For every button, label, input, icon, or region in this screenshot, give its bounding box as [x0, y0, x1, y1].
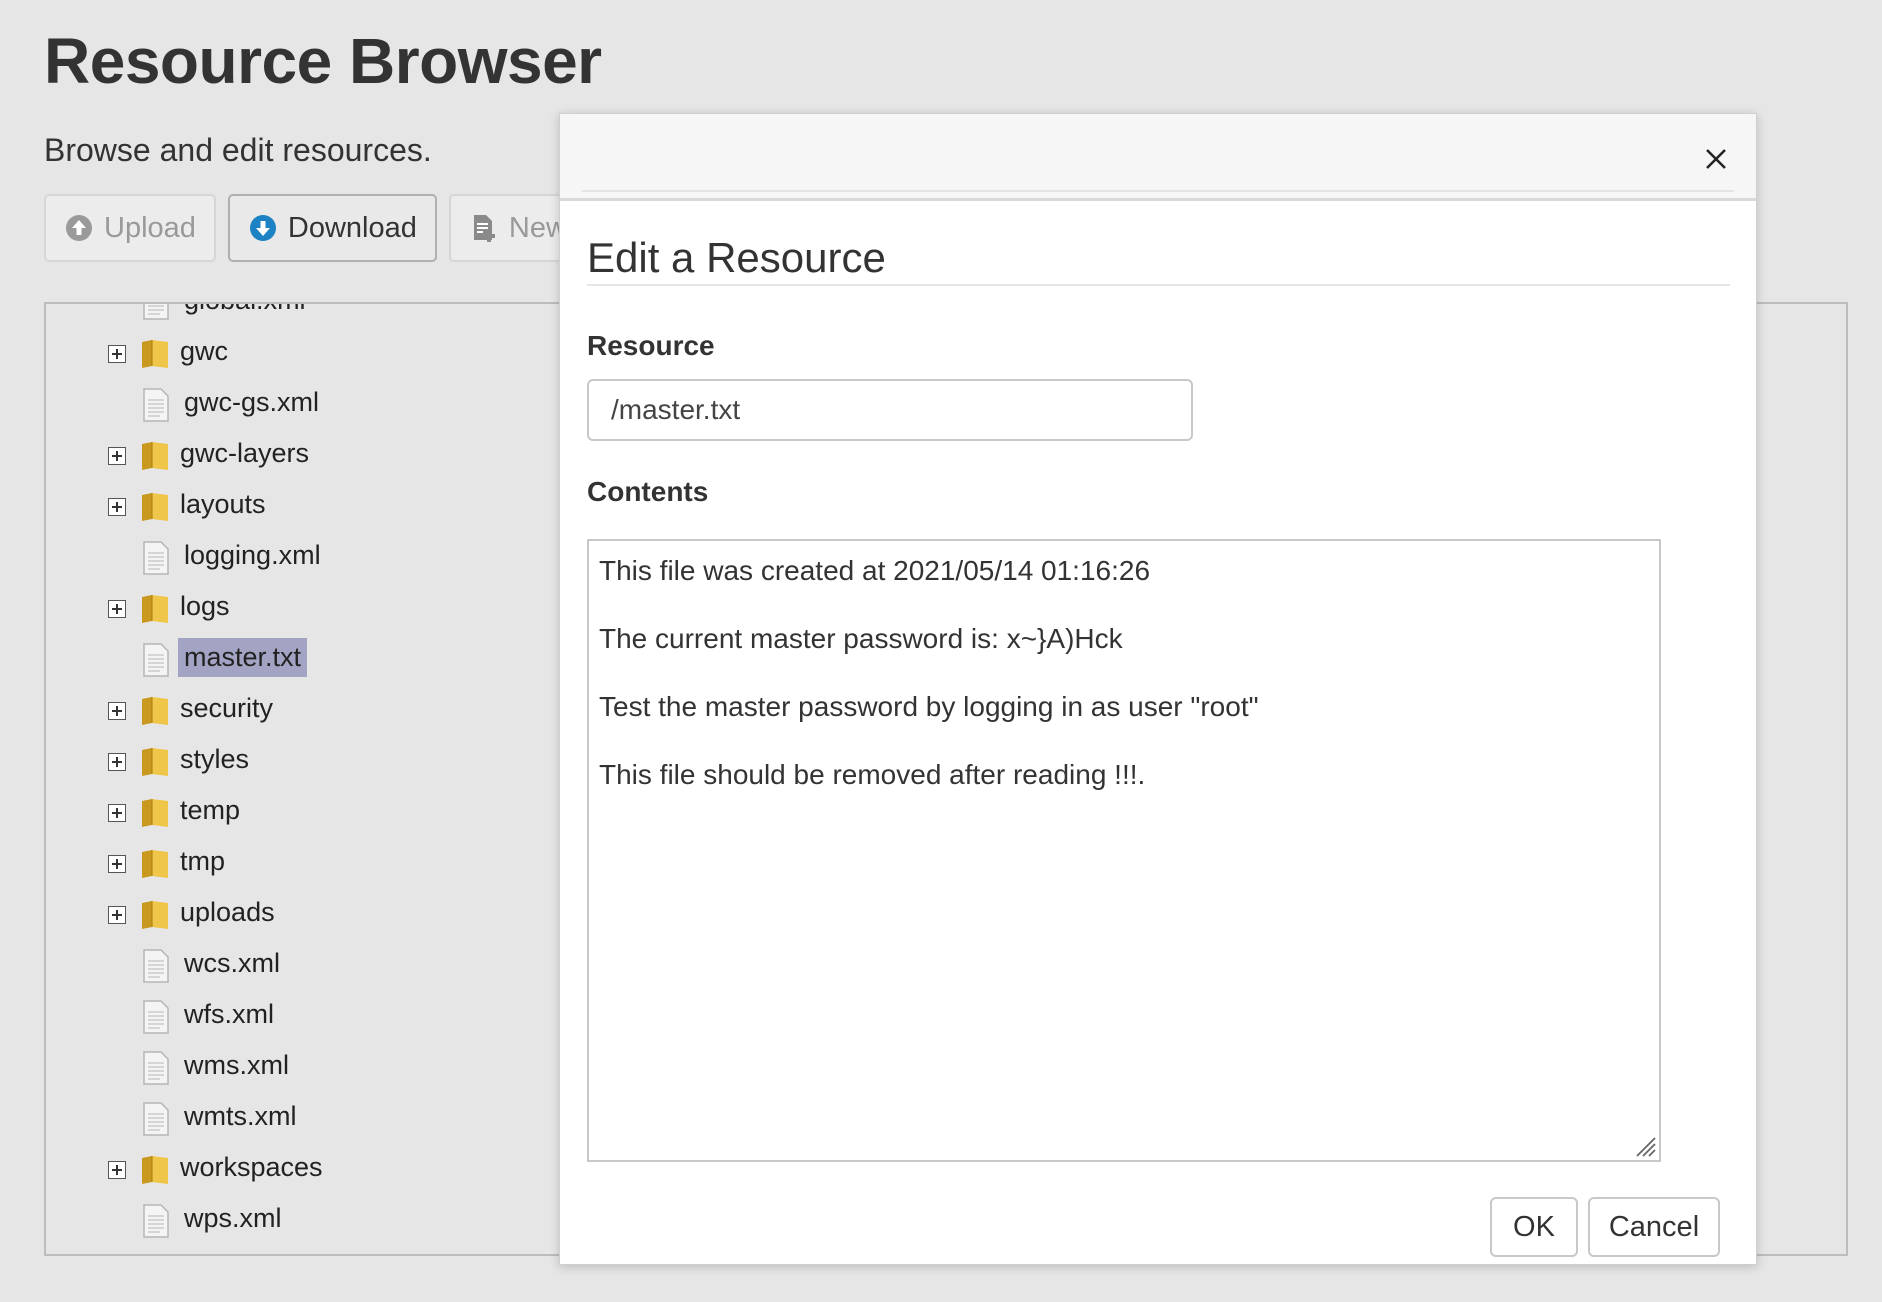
expand-icon[interactable]	[108, 906, 126, 924]
tree-item-label[interactable]: security	[174, 689, 279, 728]
tree-folder-row[interactable]: layouts	[46, 482, 646, 532]
edit-resource-dialog: Edit a Resource Resource Contents This f…	[559, 113, 1757, 1265]
dialog-title: Edit a Resource	[587, 234, 886, 281]
tree-item-label[interactable]: temp	[174, 791, 246, 830]
folder-icon	[142, 340, 168, 368]
expand-icon[interactable]	[108, 804, 126, 822]
tree-item-label[interactable]: logging.xml	[178, 536, 327, 575]
expand-icon[interactable]	[108, 753, 126, 771]
tree-item-label[interactable]: tmp	[174, 842, 231, 881]
tree-folder-row[interactable]: tmp	[46, 839, 646, 889]
tree-file-row[interactable]: wmts.xml	[46, 1094, 646, 1144]
file-icon	[143, 388, 169, 422]
tree-item-label[interactable]: wfs.xml	[178, 995, 280, 1034]
expand-icon[interactable]	[108, 600, 126, 618]
tree-item-label[interactable]: wcs.xml	[178, 944, 286, 983]
folder-icon	[142, 697, 168, 725]
tree-folder-row[interactable]: temp	[46, 788, 646, 838]
download-button[interactable]: Download	[227, 194, 437, 262]
tree-file-row[interactable]: wms.xml	[46, 1043, 646, 1093]
contents-line: This file should be removed after readin…	[599, 759, 1146, 790]
tree-item-label[interactable]: layouts	[174, 485, 272, 524]
folder-icon	[142, 442, 168, 470]
file-icon	[143, 304, 169, 320]
tree-item-label[interactable]: gwc-layers	[174, 434, 315, 473]
expand-icon[interactable]	[108, 447, 126, 465]
resource-input[interactable]	[587, 379, 1193, 441]
folder-icon	[142, 901, 168, 929]
page-subtitle: Browse and edit resources.	[44, 132, 432, 168]
divider	[582, 190, 1734, 192]
contents-label: Contents	[587, 476, 709, 507]
page-title: Resource Browser	[44, 25, 602, 97]
tree-item-label[interactable]: workspaces	[174, 1148, 329, 1187]
tree-item-label[interactable]: wms.xml	[178, 1046, 295, 1085]
tree-file-row[interactable]: gwc-gs.xml	[46, 380, 646, 430]
cancel-button[interactable]: Cancel	[1588, 1197, 1720, 1257]
file-icon	[143, 1102, 169, 1136]
folder-icon	[142, 748, 168, 776]
folder-icon	[142, 850, 168, 878]
tree-item-label[interactable]: logs	[174, 587, 236, 626]
folder-icon	[142, 493, 168, 521]
download-label: Download	[287, 211, 417, 244]
file-icon	[143, 949, 169, 983]
folder-icon	[142, 799, 168, 827]
tree-file-row[interactable]: wps.xml	[46, 1196, 646, 1246]
divider	[587, 284, 1730, 286]
download-icon	[249, 215, 276, 241]
divider	[560, 198, 1756, 201]
tree-folder-row[interactable]: uploads	[46, 890, 646, 940]
tree-item-label[interactable]: styles	[174, 740, 255, 779]
close-icon	[1706, 149, 1726, 169]
resource-label: Resource	[587, 330, 715, 361]
tree-file-row[interactable]: master.txt	[46, 635, 646, 685]
toolbar: Upload Download New	[44, 194, 587, 262]
ok-button[interactable]: OK	[1490, 1197, 1578, 1257]
tree-folder-row[interactable]: workspaces	[46, 1145, 646, 1195]
file-icon	[143, 1000, 169, 1034]
contents-line: This file was created at 2021/05/14 01:1…	[599, 555, 1151, 586]
tree-file-row[interactable]: logging.xml	[46, 533, 646, 583]
tree-item-label[interactable]: gwc	[174, 332, 234, 371]
tree-item-label[interactable]: uploads	[174, 893, 281, 932]
tree-item-label[interactable]: global.xml	[178, 304, 312, 320]
upload-button[interactable]: Upload	[44, 194, 216, 262]
expand-icon[interactable]	[108, 855, 126, 873]
folder-icon	[142, 1156, 168, 1184]
upload-icon	[66, 215, 92, 241]
folder-icon	[142, 595, 168, 623]
tree-file-row[interactable]: wcs.xml	[46, 941, 646, 991]
file-icon	[143, 1204, 169, 1238]
tree-item-label[interactable]: wps.xml	[178, 1199, 288, 1238]
tree-item-label[interactable]: wmts.xml	[178, 1097, 302, 1136]
tree-folder-row[interactable]: logs	[46, 584, 646, 634]
close-button[interactable]	[1690, 138, 1730, 178]
contents-line: The current master password is: x~}A)Hck	[599, 623, 1123, 654]
tree-folder-row[interactable]: styles	[46, 737, 646, 787]
upload-label: Upload	[104, 211, 196, 244]
dialog-header	[560, 114, 1756, 198]
file-icon	[143, 643, 169, 677]
tree-folder-row[interactable]: gwc-layers	[46, 431, 646, 481]
contents-textarea[interactable]: This file was created at 2021/05/14 01:1…	[587, 539, 1661, 1162]
tree-file-row[interactable]: wfs.xml	[46, 992, 646, 1042]
tree-file-row[interactable]: global.xml	[46, 304, 646, 328]
expand-icon[interactable]	[108, 702, 126, 720]
resize-handle-icon[interactable]	[1631, 1132, 1657, 1158]
tree-folder-row[interactable]: gwc	[46, 329, 646, 379]
file-icon	[143, 1051, 169, 1085]
tree-item-label[interactable]: gwc-gs.xml	[178, 383, 325, 422]
file-icon	[143, 541, 169, 575]
resource-browser-page: Resource Browser Browse and edit resourc…	[0, 0, 1882, 1302]
expand-icon[interactable]	[108, 498, 126, 516]
new-file-icon	[473, 215, 495, 242]
tree-item-label[interactable]: master.txt	[178, 638, 308, 677]
expand-icon[interactable]	[108, 1161, 126, 1179]
tree-folder-row[interactable]: security	[46, 686, 646, 736]
expand-icon[interactable]	[108, 345, 126, 363]
contents-line: Test the master password by logging in a…	[599, 691, 1259, 722]
